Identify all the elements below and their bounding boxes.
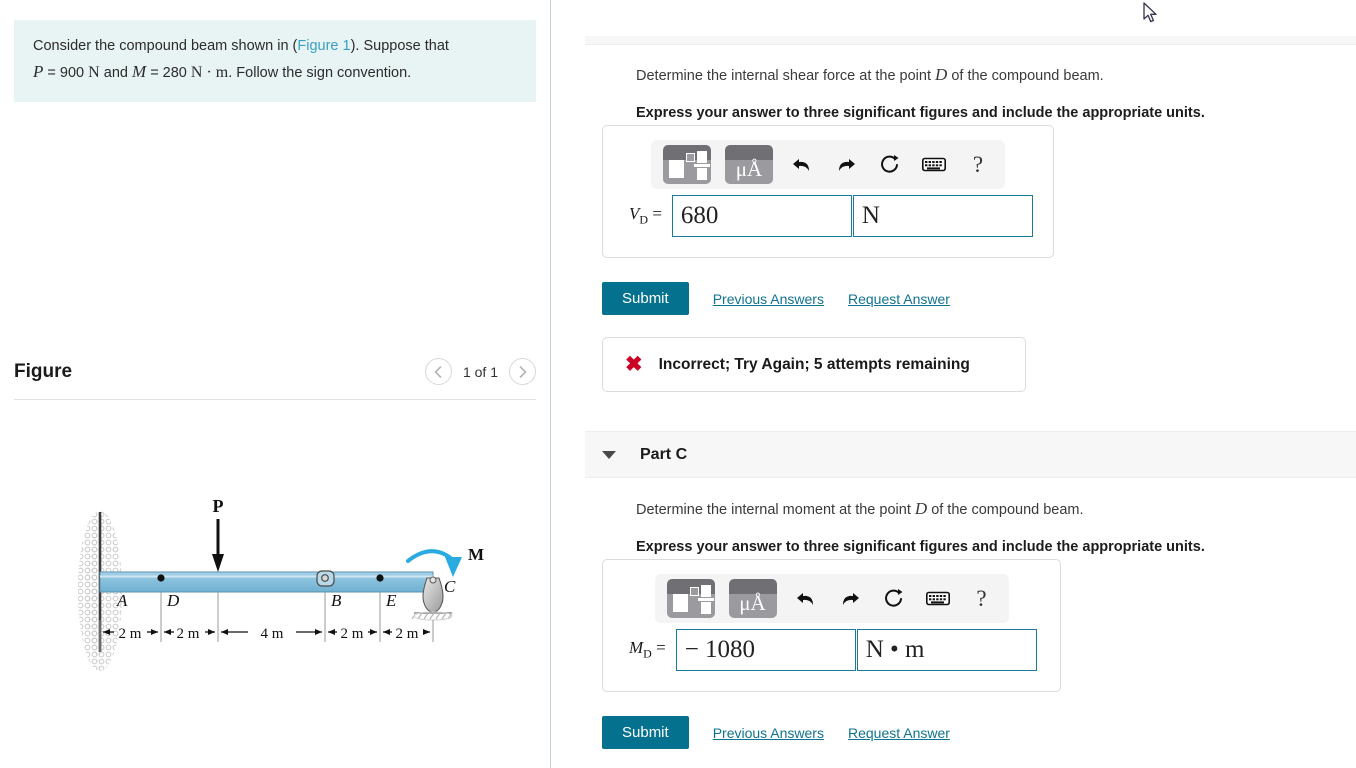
svg-text:D: D <box>166 591 180 610</box>
figure-header: Figure 1 of 1 <box>14 358 536 400</box>
chevron-left-icon[interactable] <box>424 358 452 385</box>
part-b-instruction: Express your answer to three significant… <box>636 104 1205 121</box>
part-b-answer-input[interactable]: 680 <box>671 195 852 237</box>
undo-arrow-icon[interactable] <box>787 150 817 180</box>
part-c-toolbar-row: μÅ ? <box>603 560 1060 629</box>
part-c-header[interactable]: Part C <box>585 431 1356 478</box>
part-b-answer-card: μÅ ? VD = 680 N <box>602 125 1054 258</box>
part-c-question-tail: of the compound beam. <box>931 502 1084 518</box>
part-b-previous-answers-link[interactable]: Previous Answers <box>713 291 824 307</box>
svg-text:B: B <box>331 591 342 610</box>
figure-title: Figure <box>14 360 73 382</box>
part-b-answer-row: VD = 680 N <box>603 195 1053 257</box>
x-mark-icon: ✖ <box>625 353 643 376</box>
part-c-unit-input[interactable]: N • m <box>856 629 1037 671</box>
redo-arrow-icon[interactable] <box>835 584 865 614</box>
units-icon[interactable]: μÅ <box>725 145 773 184</box>
part-c-submit-row: Submit Previous Answers Request Answer <box>602 716 950 749</box>
svg-text:A: A <box>116 591 128 610</box>
problem-text-part3: . Follow the sign convention. <box>228 65 412 82</box>
variable-m: M <box>131 62 147 82</box>
figure-1-link[interactable]: Figure 1 <box>297 38 350 54</box>
part-b-question-block: Determine the internal shear force at th… <box>636 62 1316 121</box>
math-template-icon[interactable] <box>663 145 711 184</box>
part-c-answer-row: MD = − 1080 N • m <box>603 629 1060 691</box>
help-icon[interactable]: ? <box>963 150 993 180</box>
part-c-label: Part C <box>640 445 688 463</box>
problem-page: Consider the compound beam shown in (Fig… <box>0 0 1356 768</box>
m-value: = 280 <box>150 65 187 82</box>
p-value: = 900 <box>47 65 85 82</box>
right-panel: Determine the internal shear force at th… <box>551 0 1356 768</box>
part-b-request-answer-link[interactable]: Request Answer <box>848 291 950 307</box>
p-unit: N <box>88 64 100 82</box>
part-c-question-lead: Determine the internal moment at the poi… <box>636 502 911 518</box>
part-b-feedback-text: Incorrect; Try Again; 5 attempts remaini… <box>658 355 970 373</box>
mouse-pointer-icon <box>1143 2 1161 31</box>
reset-circular-arrow-icon[interactable] <box>879 584 909 614</box>
beam-figure[interactable]: P M A D B E C 2 m 2 m 4 m 2 m 2 m <box>0 420 551 760</box>
part-b-submit-button[interactable]: Submit <box>602 282 689 315</box>
part-c-question-point: D <box>914 499 928 518</box>
conjunction-and: and <box>103 65 128 82</box>
problem-text-part2: ). Suppose that <box>350 38 449 54</box>
svg-text:C: C <box>444 577 456 596</box>
figure-counter: 1 of 1 <box>462 363 498 380</box>
part-c-answer-card: μÅ ? MD = − 1080 N • m <box>602 559 1061 692</box>
keyboard-icon[interactable] <box>919 150 949 180</box>
part-b-question-point: D <box>935 65 948 84</box>
part-b-answer-label: VD = <box>629 204 662 227</box>
part-b-unit-input[interactable]: N <box>852 195 1033 237</box>
part-c-toolbar: μÅ ? <box>654 574 1009 623</box>
part-c-instruction: Express your answer to three significant… <box>636 538 1205 555</box>
svg-text:2 m: 2 m <box>341 626 364 642</box>
svg-text:2 m: 2 m <box>396 626 419 642</box>
help-icon[interactable]: ? <box>967 584 997 614</box>
part-c-answer-input[interactable]: − 1080 <box>675 629 856 671</box>
redo-arrow-icon[interactable] <box>831 150 861 180</box>
keyboard-icon[interactable] <box>923 584 953 614</box>
left-panel: Consider the compound beam shown in (Fig… <box>0 0 551 768</box>
svg-text:2 m: 2 m <box>177 626 200 642</box>
part-b-toolbar: μÅ ? <box>651 140 1005 189</box>
svg-text:E: E <box>385 591 397 610</box>
svg-text:P: P <box>213 496 224 516</box>
figure-navigation: 1 of 1 <box>424 358 536 385</box>
reset-circular-arrow-icon[interactable] <box>875 150 905 180</box>
part-c-request-answer-link[interactable]: Request Answer <box>848 725 950 741</box>
problem-statement-box: Consider the compound beam shown in (Fig… <box>14 20 536 103</box>
undo-arrow-icon[interactable] <box>791 584 821 614</box>
part-c-question-block: Determine the internal moment at the poi… <box>636 496 1316 555</box>
part-b-toolbar-row: μÅ ? <box>603 126 1053 195</box>
part-c-question-text: Determine the internal moment at the poi… <box>636 496 1316 522</box>
units-icon[interactable]: μÅ <box>728 579 777 618</box>
svg-text:4 m: 4 m <box>261 626 284 642</box>
part-b-question-text: Determine the internal shear force at th… <box>636 62 1316 88</box>
m-unit: N · m <box>190 64 229 82</box>
math-template-icon[interactable] <box>666 579 715 618</box>
part-section-divider <box>585 36 1356 45</box>
problem-statement-text: Consider the compound beam shown in (Fig… <box>33 35 518 86</box>
part-c-submit-button[interactable]: Submit <box>602 716 689 749</box>
svg-text:2 m: 2 m <box>119 626 142 642</box>
part-b-question-lead: Determine the internal shear force at th… <box>636 68 931 84</box>
part-b-question-tail: of the compound beam. <box>951 68 1104 84</box>
variable-p: P <box>33 62 44 82</box>
part-b-submit-row: Submit Previous Answers Request Answer <box>602 282 950 315</box>
part-c-previous-answers-link[interactable]: Previous Answers <box>713 725 824 741</box>
problem-text-part1: Consider the compound beam shown in ( <box>33 38 298 54</box>
part-b-feedback-banner: ✖ Incorrect; Try Again; 5 attempts remai… <box>602 337 1026 392</box>
part-c-answer-label: MD = <box>629 638 666 661</box>
chevron-right-icon[interactable] <box>509 358 536 385</box>
triangle-down-icon[interactable] <box>602 450 616 459</box>
svg-text:M: M <box>468 545 484 564</box>
